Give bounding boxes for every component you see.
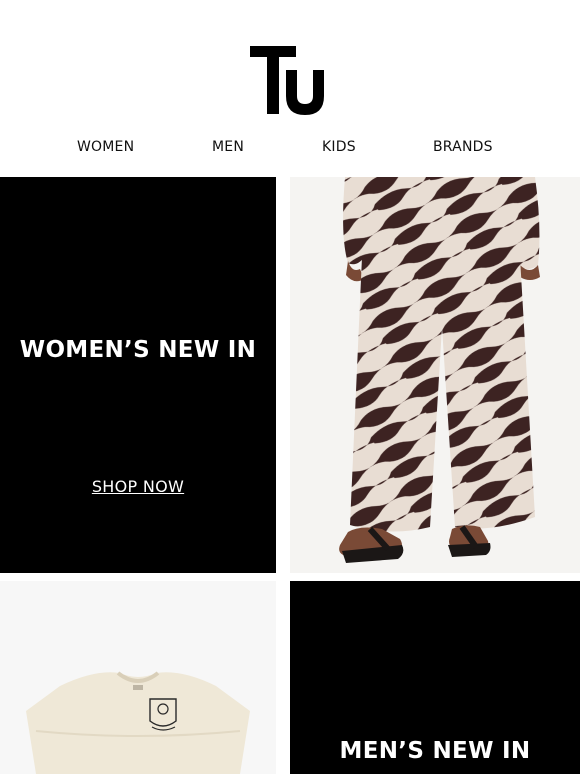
brand-logo[interactable] <box>0 46 580 122</box>
nav-item-brands[interactable]: BRANDS <box>433 139 493 155</box>
mens-new-in-heading: MEN’S NEW IN <box>339 738 531 764</box>
nav-item-men[interactable]: MEN <box>212 139 244 155</box>
nav-item-kids[interactable]: KIDS <box>322 139 356 155</box>
cream-tshirt-image <box>0 581 276 774</box>
nav-item-women[interactable]: WOMEN <box>77 139 134 155</box>
mens-new-in-image[interactable] <box>0 581 276 774</box>
womens-new-in-tile[interactable]: WOMEN’S NEW IN SHOP NOW <box>0 177 276 573</box>
zebra-trousers-image <box>290 177 580 573</box>
main-nav: WOMEN MEN KIDS BRANDS <box>0 139 580 159</box>
tu-logo-icon <box>250 46 324 115</box>
shop-now-link[interactable]: SHOP NOW <box>0 477 276 496</box>
womens-new-in-image[interactable] <box>290 177 580 573</box>
mens-new-in-tile[interactable]: MEN’S NEW IN <box>290 581 580 774</box>
womens-new-in-heading: WOMEN’S NEW IN <box>19 337 257 363</box>
